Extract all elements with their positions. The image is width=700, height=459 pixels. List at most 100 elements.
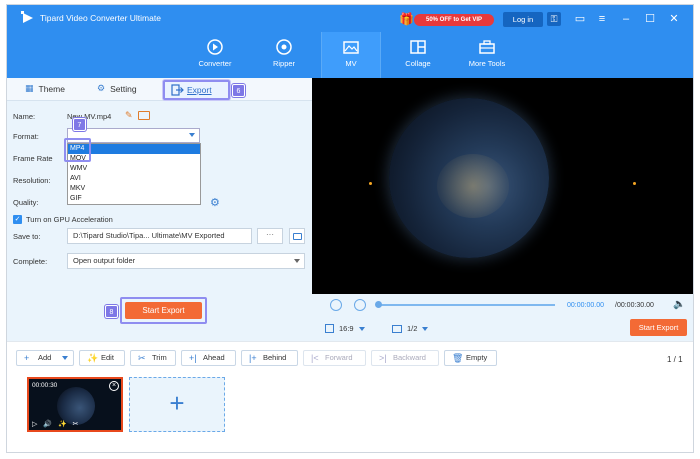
progress-track[interactable] [377,304,555,306]
edit-button[interactable]: ✨ Edit [79,350,125,366]
clip-thumbnail[interactable]: 00:00:30 × ▷ 🔊 ✨ ✂ [27,377,123,432]
format-label: Format: [13,132,39,141]
open-folder-button[interactable] [289,228,305,244]
start-export-highlight: Start Export [120,297,207,324]
check-icon: ✓ [13,215,22,224]
menu-icon[interactable]: ≡ [595,12,609,26]
toolbox-icon [479,40,495,54]
edit-label: Edit [101,353,114,362]
maximize-icon[interactable]: ☐ [643,12,657,26]
add-clip-slot[interactable]: + [129,377,225,432]
feedback-icon[interactable]: ▭ [573,12,587,26]
resolution-label: Resolution: [13,176,51,185]
converter-icon [207,39,223,55]
progress-knob[interactable] [375,301,382,308]
promo-badge: 50% OFF to Get VIP [414,14,494,26]
chevron-down-icon [294,259,300,263]
film-icon[interactable] [138,111,150,120]
star-dot [369,182,372,185]
volume-icon[interactable]: 🔈 [673,299,685,310]
gift-icon: 🎁 [399,12,414,26]
format-option[interactable]: WMV [68,164,200,174]
screen-page-value: 1/2 [407,324,418,333]
backward-label: Backward [393,353,426,362]
nav-label: Ripper [272,59,296,68]
forward-button[interactable]: |< Forward [303,350,366,366]
chevron-down-icon [358,326,365,331]
top-bar: Tipard Video Converter Ultimate 🎁 50% OF… [7,5,693,78]
tab-setting[interactable]: ⚙ Setting [97,83,137,94]
screen-page-select[interactable]: 1/2 [392,324,429,333]
save-path-field[interactable]: D:\Tipard Studio\Tipa... Ultimate\MV Exp… [67,228,252,244]
forward-label: Forward [325,353,353,362]
chevron-down-icon [422,326,429,331]
name-label: Name: [13,112,36,121]
plus-bar-icon: +| [189,353,197,363]
ripper-icon [276,39,292,55]
gpu-checkbox[interactable]: ✓ Turn on GPU Acceleration [13,215,113,224]
callout-badge: 8 [105,305,118,318]
remove-clip-icon[interactable]: × [109,381,119,391]
gear-icon[interactable]: ⚙ [210,196,220,209]
tab-export[interactable]: Export [163,80,230,100]
highlight-box [64,138,91,162]
nav-more-tools[interactable]: More Tools [457,32,517,78]
app-logo-icon [21,11,33,23]
close-icon[interactable]: ✕ [667,12,681,26]
chevron-down-icon [189,133,195,137]
folder-icon [293,233,302,240]
play-icon[interactable] [330,299,342,311]
empty-button[interactable]: 🗑 Empty [444,350,497,366]
scissors-icon: ✂ [138,353,146,363]
tab-label: Theme [38,83,65,94]
behind-button[interactable]: |+ Behind [241,350,298,366]
clip-duration: 00:00:30 [32,382,58,389]
format-option[interactable]: MKV [68,184,200,194]
nav-label: Converter [198,59,232,68]
nav-label: MV [345,59,357,68]
trash-icon: 🗑 [452,353,464,363]
login-button[interactable]: Log in [503,12,543,27]
nav-collage[interactable]: Collage [388,32,448,78]
behind-label: Behind [263,353,287,362]
complete-value: Open output folder [73,256,136,265]
tab-theme[interactable]: ▦ Theme [25,83,65,94]
minimize-icon[interactable]: – [619,12,633,26]
grid-icon: ▦ [25,83,34,93]
complete-select[interactable]: Open output folder [67,253,305,269]
earth-image [389,98,549,258]
app-title: Tipard Video Converter Ultimate [40,13,161,23]
ahead-label: Ahead [203,353,225,362]
pencil-icon[interactable]: ✎ [125,110,133,121]
stop-icon[interactable] [354,299,366,311]
bracket-left-icon: |< [311,353,319,363]
nav-label: Collage [405,59,431,68]
start-export-button-secondary[interactable]: Start Export [630,319,687,336]
gear-icon: ⚙ [97,83,106,93]
ahead-button[interactable]: +| Ahead [181,350,236,366]
nav-ripper[interactable]: Ripper [254,32,314,78]
nav-converter[interactable]: Converter [185,32,245,78]
save-label: Save to: [13,232,41,241]
format-option[interactable]: GIF [68,194,200,204]
callout-badge: 7 [73,118,86,131]
app-window: Tipard Video Converter Ultimate 🎁 50% OF… [6,4,694,453]
mv-icon [343,41,359,54]
clip-tools-icons[interactable]: ▷ 🔊 ✨ ✂ [32,420,81,428]
trim-label: Trim [152,353,167,362]
complete-label: Complete: [13,257,48,266]
vip-promo[interactable]: 🎁 50% OFF to Get VIP [399,12,494,27]
format-option[interactable]: AVI [68,174,200,184]
aspect-ratio-select[interactable]: 16:9 [325,324,365,333]
start-export-button[interactable]: Start Export [125,302,202,319]
key-icon[interactable]: ⚿ [547,12,561,26]
add-button[interactable]: + Add [16,350,74,366]
star-dot [633,182,636,185]
backward-button[interactable]: >| Backward [371,350,439,366]
nav-mv[interactable]: MV [321,32,381,78]
add-label: Add [38,353,52,362]
bracket-right-icon: >| [379,353,387,363]
browse-button[interactable]: ··· [257,228,283,244]
aspect-ratio-value: 16:9 [339,324,354,333]
trim-button[interactable]: ✂ Trim [130,350,176,366]
